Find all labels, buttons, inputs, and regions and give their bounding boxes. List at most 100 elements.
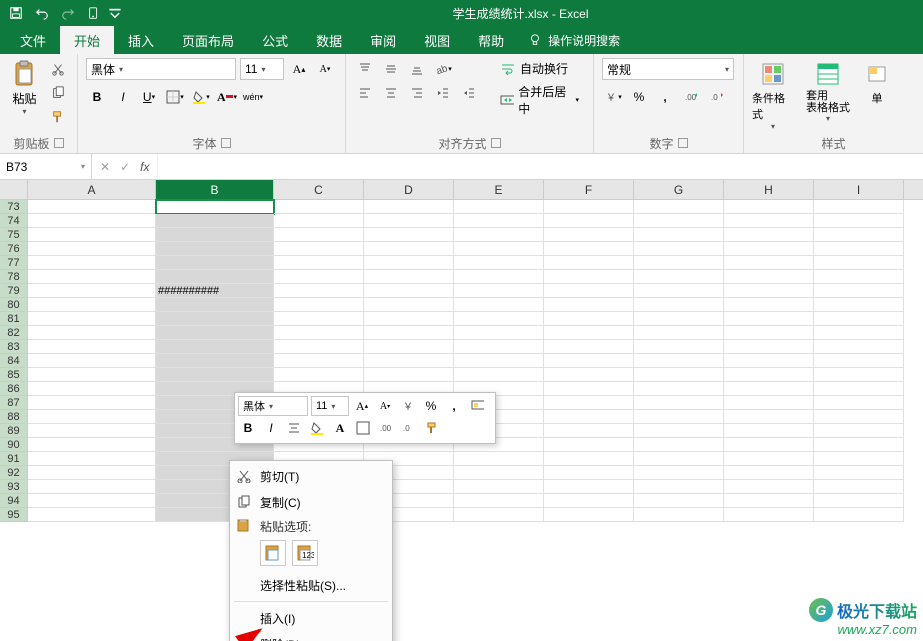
cell[interactable] <box>28 396 156 410</box>
copy-button[interactable] <box>47 82 69 104</box>
cell[interactable] <box>274 368 364 382</box>
cell[interactable] <box>156 298 274 312</box>
cell[interactable] <box>364 354 454 368</box>
formula-input[interactable] <box>158 154 923 179</box>
worksheet-grid[interactable]: ABCDEFGHI 73747576777879##########808182… <box>0 180 923 641</box>
cell[interactable] <box>724 494 814 508</box>
row-header[interactable]: 90 <box>0 438 28 452</box>
cell[interactable] <box>454 200 544 214</box>
mini-font-combo[interactable]: 黑体▾ <box>238 396 308 416</box>
cell[interactable] <box>274 214 364 228</box>
cell[interactable] <box>724 298 814 312</box>
cell[interactable] <box>814 228 904 242</box>
cell[interactable] <box>544 480 634 494</box>
cell[interactable] <box>454 298 544 312</box>
column-header[interactable]: H <box>724 180 814 199</box>
column-header[interactable]: F <box>544 180 634 199</box>
cell[interactable] <box>634 452 724 466</box>
cell[interactable] <box>544 256 634 270</box>
mini-italic[interactable]: I <box>261 418 281 438</box>
cell[interactable] <box>156 228 274 242</box>
tab-help[interactable]: 帮助 <box>464 26 518 54</box>
cell[interactable] <box>634 270 724 284</box>
row-header[interactable]: 78 <box>0 270 28 284</box>
cell[interactable] <box>814 382 904 396</box>
column-header[interactable]: E <box>454 180 544 199</box>
cell[interactable] <box>454 354 544 368</box>
undo-button[interactable] <box>30 2 54 24</box>
align-top-button[interactable] <box>354 58 376 80</box>
cell[interactable] <box>156 368 274 382</box>
name-box[interactable]: B73▾ <box>0 154 92 179</box>
row-header[interactable]: 83 <box>0 340 28 354</box>
cell[interactable] <box>724 382 814 396</box>
cell[interactable] <box>724 242 814 256</box>
tab-insert[interactable]: 插入 <box>114 26 168 54</box>
cell[interactable] <box>364 228 454 242</box>
paste-button[interactable]: 粘贴 ▾ <box>8 58 41 116</box>
mini-comma[interactable]: , <box>444 396 464 416</box>
cell[interactable] <box>274 200 364 214</box>
cell[interactable] <box>28 228 156 242</box>
cell[interactable] <box>814 200 904 214</box>
align-bottom-button[interactable] <box>406 58 428 80</box>
cell[interactable] <box>156 200 274 214</box>
cell[interactable] <box>544 312 634 326</box>
tab-data[interactable]: 数据 <box>302 26 356 54</box>
cell[interactable] <box>544 368 634 382</box>
row-header[interactable]: 75 <box>0 228 28 242</box>
cell[interactable] <box>724 284 814 298</box>
cell[interactable] <box>454 214 544 228</box>
cut-button[interactable] <box>47 58 69 80</box>
cell[interactable] <box>364 298 454 312</box>
cell[interactable] <box>724 340 814 354</box>
cell[interactable] <box>814 284 904 298</box>
font-color-button[interactable]: A▾ <box>216 86 238 108</box>
mini-brush[interactable] <box>422 418 442 438</box>
cell[interactable] <box>724 312 814 326</box>
cell[interactable] <box>814 466 904 480</box>
cell-styles-button[interactable]: 单 <box>862 58 892 106</box>
cell[interactable] <box>364 368 454 382</box>
cell[interactable] <box>814 326 904 340</box>
tab-file[interactable]: 文件 <box>6 26 60 54</box>
tab-review[interactable]: 审阅 <box>356 26 410 54</box>
cell[interactable] <box>28 480 156 494</box>
cell[interactable] <box>364 284 454 298</box>
tab-formulas[interactable]: 公式 <box>248 26 302 54</box>
cell[interactable] <box>28 242 156 256</box>
cell[interactable] <box>814 438 904 452</box>
cell[interactable] <box>544 424 634 438</box>
comma-button[interactable]: , <box>654 86 676 108</box>
cell[interactable] <box>724 410 814 424</box>
row-header[interactable]: 77 <box>0 256 28 270</box>
cell[interactable] <box>814 424 904 438</box>
cell[interactable] <box>274 312 364 326</box>
cell[interactable] <box>28 466 156 480</box>
cell[interactable] <box>454 466 544 480</box>
cell[interactable] <box>156 256 274 270</box>
cell[interactable] <box>274 284 364 298</box>
cell[interactable] <box>544 228 634 242</box>
mini-accounting[interactable]: ￥ <box>398 396 418 416</box>
cell[interactable] <box>634 326 724 340</box>
cell[interactable] <box>544 270 634 284</box>
cell[interactable] <box>454 480 544 494</box>
mini-inc-dec[interactable]: .00 <box>376 418 396 438</box>
cell[interactable] <box>634 312 724 326</box>
font-launcher[interactable] <box>221 138 231 148</box>
format-painter-button[interactable] <box>47 106 69 128</box>
touch-mode-button[interactable] <box>82 2 106 24</box>
cell[interactable] <box>814 214 904 228</box>
cell[interactable] <box>28 424 156 438</box>
cell[interactable] <box>28 312 156 326</box>
align-launcher[interactable] <box>491 138 501 148</box>
cell[interactable] <box>724 508 814 522</box>
cell[interactable] <box>274 354 364 368</box>
cell[interactable] <box>454 494 544 508</box>
cell[interactable] <box>544 326 634 340</box>
cell[interactable] <box>724 214 814 228</box>
cell[interactable] <box>544 438 634 452</box>
cell[interactable] <box>544 298 634 312</box>
clipboard-launcher[interactable] <box>54 138 64 148</box>
